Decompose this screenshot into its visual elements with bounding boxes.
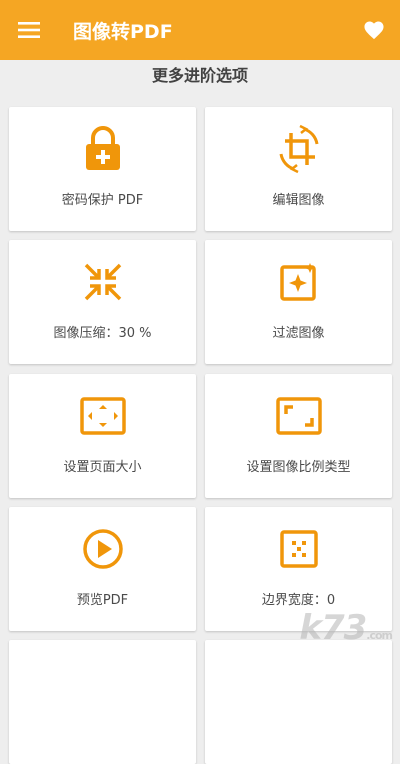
app-bar: 图像转PDF: [0, 0, 400, 60]
edit-image-card[interactable]: 编辑图像: [205, 107, 392, 231]
watermark-text: k73: [299, 608, 367, 648]
filter-sparkle-icon: [279, 263, 316, 301]
hamburger-menu-icon: [18, 22, 40, 38]
heart-icon: [364, 21, 384, 40]
watermark-suffix: .com: [366, 629, 393, 642]
menu-button[interactable]: [0, 0, 58, 60]
next-option-card-partial[interactable]: [9, 640, 196, 764]
lock-plus-icon: [85, 126, 120, 170]
favorite-button[interactable]: [358, 14, 390, 46]
page-size-icon: [79, 397, 126, 435]
option-label: 设置图像比例类型: [246, 460, 351, 475]
filter-image-card[interactable]: 过滤图像: [205, 240, 392, 364]
compress-icon: [84, 263, 121, 301]
crop-rotate-icon: [279, 124, 318, 174]
section-title: 更多进阶选项: [151, 66, 248, 85]
option-label: 预览PDF: [76, 593, 129, 608]
aspect-ratio-icon: [275, 397, 322, 435]
option-label: 编辑图像: [272, 193, 325, 208]
image-compression-card[interactable]: 图像压缩：30 %: [9, 240, 196, 364]
option-label: 边界宽度：0: [261, 593, 336, 608]
password-protect-pdf-card[interactable]: 密码保护 PDF: [9, 107, 196, 231]
site-watermark: k73.com: [299, 608, 393, 648]
set-page-size-card[interactable]: 设置页面大小: [9, 374, 196, 498]
border-width-icon: [279, 530, 318, 568]
option-label: 过滤图像: [272, 326, 325, 341]
app-title: 图像转PDF: [73, 20, 173, 43]
set-image-ratio-type-card[interactable]: 设置图像比例类型: [205, 374, 392, 498]
next-option-card-partial[interactable]: [205, 640, 392, 764]
play-circle-icon: [82, 529, 123, 569]
option-label: 设置页面大小: [63, 460, 142, 475]
preview-pdf-card[interactable]: 预览PDF: [9, 507, 196, 631]
option-label: 图像压缩：30 %: [53, 326, 152, 341]
option-label: 密码保护 PDF: [61, 193, 144, 208]
